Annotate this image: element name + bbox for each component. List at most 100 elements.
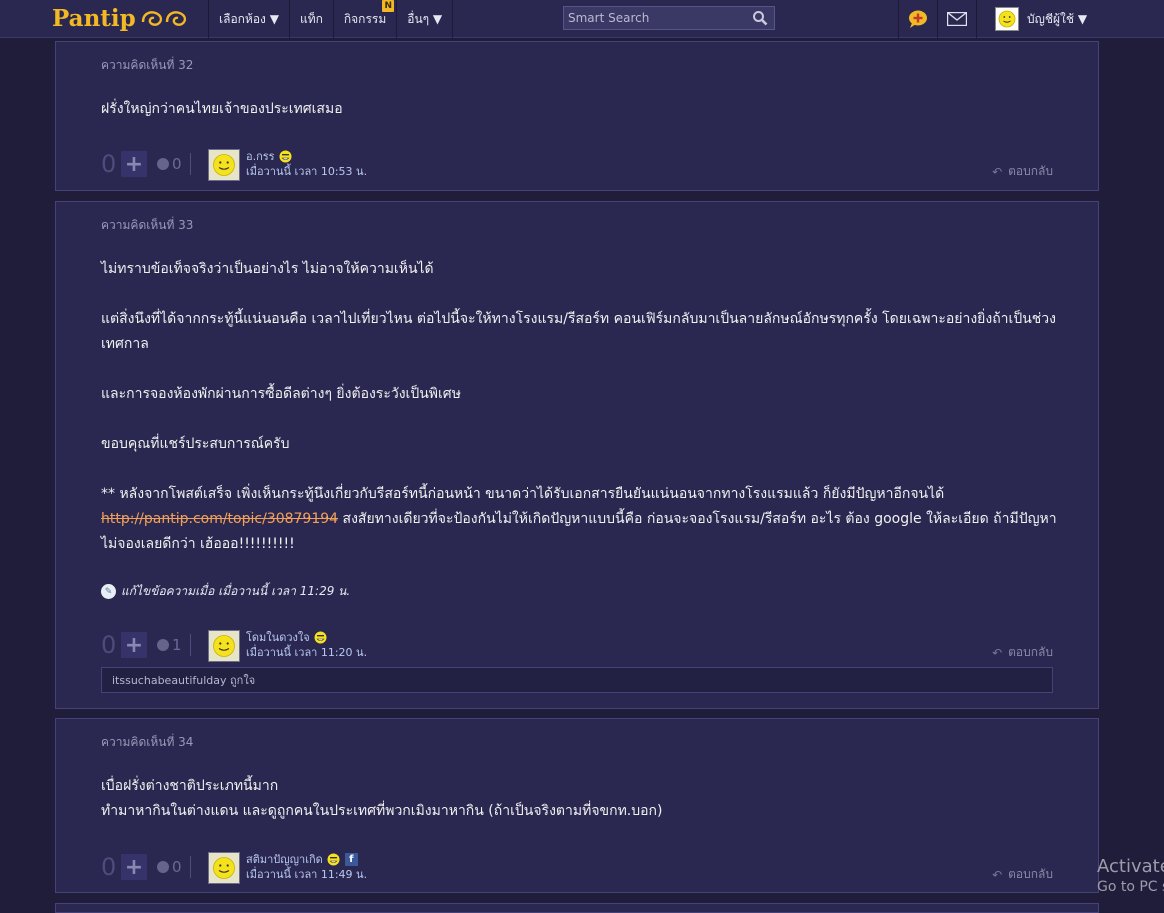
reply-button[interactable]: ↶ ตอบกลับ (992, 162, 1053, 181)
user-avatar (995, 7, 1019, 31)
comment-note: ** หลังจากโพสต์เสร็จ เพิ่งเห็นกระทู้นึงเ… (101, 482, 1061, 557)
nav-tags-label: แท็ก (299, 11, 323, 26)
vote-area: 0 + 0 (101, 853, 191, 881)
search-icon[interactable] (752, 10, 768, 30)
reply-label: ตอบกลับ (1008, 164, 1053, 178)
nav-tags[interactable]: แท็ก (288, 0, 333, 38)
new-badge: N (382, 0, 395, 12)
vote-count: 0 (101, 150, 117, 178)
plus-vote-icon[interactable]: + (121, 632, 147, 658)
author-avatar[interactable] (208, 149, 240, 181)
comment-text: แต่สิ่งนึงที่ได้จากกระทู้นี้แน่นอนคือ เว… (101, 311, 1056, 352)
nav-activities[interactable]: กิจกรรม N (332, 0, 396, 38)
comment-number: ความคิดเห็นที่ 34 (101, 735, 194, 749)
emotion-face-icon (157, 639, 169, 651)
reply-arrow-icon: ↶ (992, 645, 1003, 660)
edit-clock-icon: ✎ (101, 584, 116, 599)
author-avatar[interactable] (208, 630, 240, 662)
search-input[interactable] (564, 7, 752, 29)
author-block: สติมาปัญญาเกิด f เมื่อวานนี้ เวลา 11:49 … (208, 852, 367, 884)
comment-32: ความคิดเห็นที่ 32 ฝรั่งใหญ่กว่าคนไทยเจ้า… (55, 41, 1099, 191)
author-block: อ.กรร เมื่อวานนี้ เวลา 10:53 น. (208, 149, 367, 181)
reply-arrow-icon: ↶ (992, 867, 1003, 882)
plus-vote-icon[interactable]: + (121, 854, 147, 880)
vote-area: 0 + 0 (101, 150, 191, 178)
comment-body: เบื่อฝรั่งต่างชาติประเภทนี้มาก ทำมาหากิน… (101, 774, 1061, 824)
author-name[interactable]: อ.กรร (246, 149, 275, 164)
pantip-logo[interactable]: Pantip (52, 3, 192, 33)
emotion-count: 1 (172, 636, 182, 654)
emotion-button[interactable]: 0 (157, 155, 182, 173)
logo-text: Pantip (52, 4, 136, 32)
member-smile-icon (314, 631, 327, 644)
vote-divider (189, 153, 191, 175)
vote-count: 0 (101, 631, 117, 659)
comment-34: ความคิดเห็นที่ 34 เบื่อฝรั่งต่างชาติประเ… (55, 718, 1099, 893)
vote-area: 0 + 1 (101, 631, 191, 659)
edited-text: แก้ไขข้อความเมื่อ เมื่อวานนี้ เวลา 11:29… (121, 584, 351, 598)
reply-label: ตอบกลับ (1008, 645, 1053, 659)
author-info: โดมในดวงใจ เมื่อวานนี้ เวลา 11:20 น. (246, 630, 367, 660)
top-navbar: Pantip เลือกห้อง ▼ แท็ก กิจกรรม N อื่นๆ ▼… (0, 0, 1164, 38)
emotion-button[interactable]: 0 (157, 858, 182, 876)
nav-choose-room[interactable]: เลือกห้อง ▼ (208, 0, 289, 38)
author-name[interactable]: สติมาปัญญาเกิด (246, 852, 323, 867)
topic-link[interactable]: http://pantip.com/topic/30879194 (101, 511, 338, 527)
emotion-face-icon (157, 158, 169, 170)
user-account-menu[interactable]: บัญชีผู้ใช้ ▼ (976, 0, 1087, 38)
note-prefix: ** หลังจากโพสต์เสร็จ เพิ่งเห็นกระทู้นึงเ… (101, 486, 945, 502)
author-name-row: อ.กรร (246, 149, 367, 164)
comment-number: ความคิดเห็นที่ 32 (101, 58, 194, 72)
comment-body: ฝรั่งใหญ่กว่าคนไทยเจ้าของประเทศเสมอ (101, 97, 1061, 122)
comment-33: ความคิดเห็นที่ 33 ไม่ทราบข้อเท็จจริงว่าเ… (55, 201, 1099, 709)
watermark-line-2: Go to PC s (1097, 879, 1164, 895)
comment-body: ไม่ทราบข้อเท็จจริงว่าเป็นอย่างไร ไม่อาจใ… (101, 257, 1061, 557)
vote-count: 0 (101, 853, 117, 881)
reply-button[interactable]: ↶ ตอบกลับ (992, 643, 1053, 662)
nav-activities-label: กิจกรรม (343, 11, 387, 26)
post-time: เมื่อวานนี้ เวลา 11:49 น. (246, 868, 368, 881)
liked-by-bar: itssuchabeautifulday ถูกใจ (101, 667, 1053, 693)
new-topic-icon[interactable] (898, 0, 936, 38)
nav-more[interactable]: อื่นๆ ▼ (396, 0, 454, 38)
reply-label: ตอบกลับ (1008, 867, 1053, 881)
author-avatar[interactable] (208, 852, 240, 884)
comment-text: เบื่อฝรั่งต่างชาติประเภทนี้มาก (101, 778, 279, 794)
comment-text: ทำมาหากินในต่างแดน และดูถูกคนในประเทศที่… (101, 803, 663, 819)
author-name-row: สติมาปัญญาเกิด f (246, 852, 367, 867)
vote-divider (189, 634, 191, 656)
smart-search (563, 6, 775, 30)
author-name-row: โดมในดวงใจ (246, 630, 367, 645)
next-comment-edge (55, 903, 1099, 913)
post-time: เมื่อวานนี้ เวลา 10:53 น. (246, 165, 368, 178)
logo-eyes-icon (141, 11, 186, 26)
member-smile-icon (279, 150, 292, 163)
author-info: สติมาปัญญาเกิด f เมื่อวานนี้ เวลา 11:49 … (246, 852, 367, 882)
comment-text: และการจองห้องพักผ่านการซื้อดีลต่างๆ ยิ่ง… (101, 386, 461, 402)
reply-button[interactable]: ↶ ตอบกลับ (992, 865, 1053, 884)
nav-more-label: อื่นๆ ▼ (407, 11, 443, 26)
comment-text: ฝรั่งใหญ่กว่าคนไทยเจ้าของประเทศเสมอ (101, 101, 343, 117)
comment-number: ความคิดเห็นที่ 33 (101, 218, 194, 232)
emotion-count: 0 (172, 155, 182, 173)
emotion-button[interactable]: 1 (157, 636, 182, 654)
plus-vote-icon[interactable]: + (121, 151, 147, 177)
vote-divider (189, 856, 191, 878)
watermark-line-1: Activate (1097, 856, 1164, 877)
activation-watermark: Activate Go to PC s (1097, 857, 1164, 897)
reply-arrow-icon: ↶ (992, 164, 1003, 179)
facebook-icon[interactable]: f (344, 853, 358, 866)
member-smile-icon (327, 853, 340, 866)
main-nav: เลือกห้อง ▼ แท็ก กิจกรรม N อื่นๆ ▼ (208, 0, 454, 38)
user-account-label: บัญชีผู้ใช้ ▼ (1027, 11, 1088, 26)
mail-icon[interactable] (937, 0, 975, 38)
author-info: อ.กรร เมื่อวานนี้ เวลา 10:53 น. (246, 149, 367, 179)
edited-note: ✎ แก้ไขข้อความเมื่อ เมื่อวานนี้ เวลา 11:… (101, 582, 350, 601)
author-block: โดมในดวงใจ เมื่อวานนี้ เวลา 11:20 น. (208, 630, 367, 662)
post-time: เมื่อวานนี้ เวลา 11:20 น. (246, 646, 368, 659)
author-name[interactable]: โดมในดวงใจ (246, 630, 310, 645)
emotion-count: 0 (172, 858, 182, 876)
